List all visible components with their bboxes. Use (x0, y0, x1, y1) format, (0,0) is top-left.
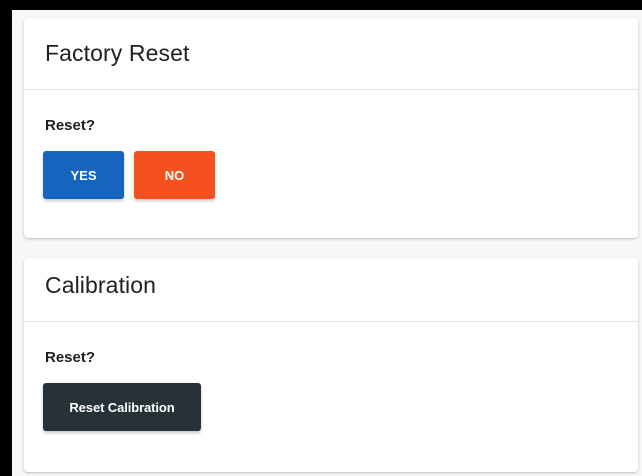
factory-reset-card: Factory Reset Reset? YES NO (24, 18, 638, 238)
factory-reset-divider (24, 89, 638, 90)
reset-calibration-button[interactable]: Reset Calibration (43, 383, 201, 431)
factory-reset-prompt: Reset? (45, 117, 96, 134)
yes-button[interactable]: YES (43, 151, 124, 199)
settings-panel: Factory Reset Reset? YES NO Calibration … (12, 10, 642, 476)
calibration-divider (24, 321, 638, 322)
calibration-card: Calibration Reset? Reset Calibration (24, 258, 638, 472)
no-button[interactable]: NO (134, 151, 215, 199)
calibration-title: Calibration (45, 272, 157, 298)
factory-reset-title: Factory Reset (45, 40, 190, 66)
calibration-prompt: Reset? (45, 349, 96, 366)
